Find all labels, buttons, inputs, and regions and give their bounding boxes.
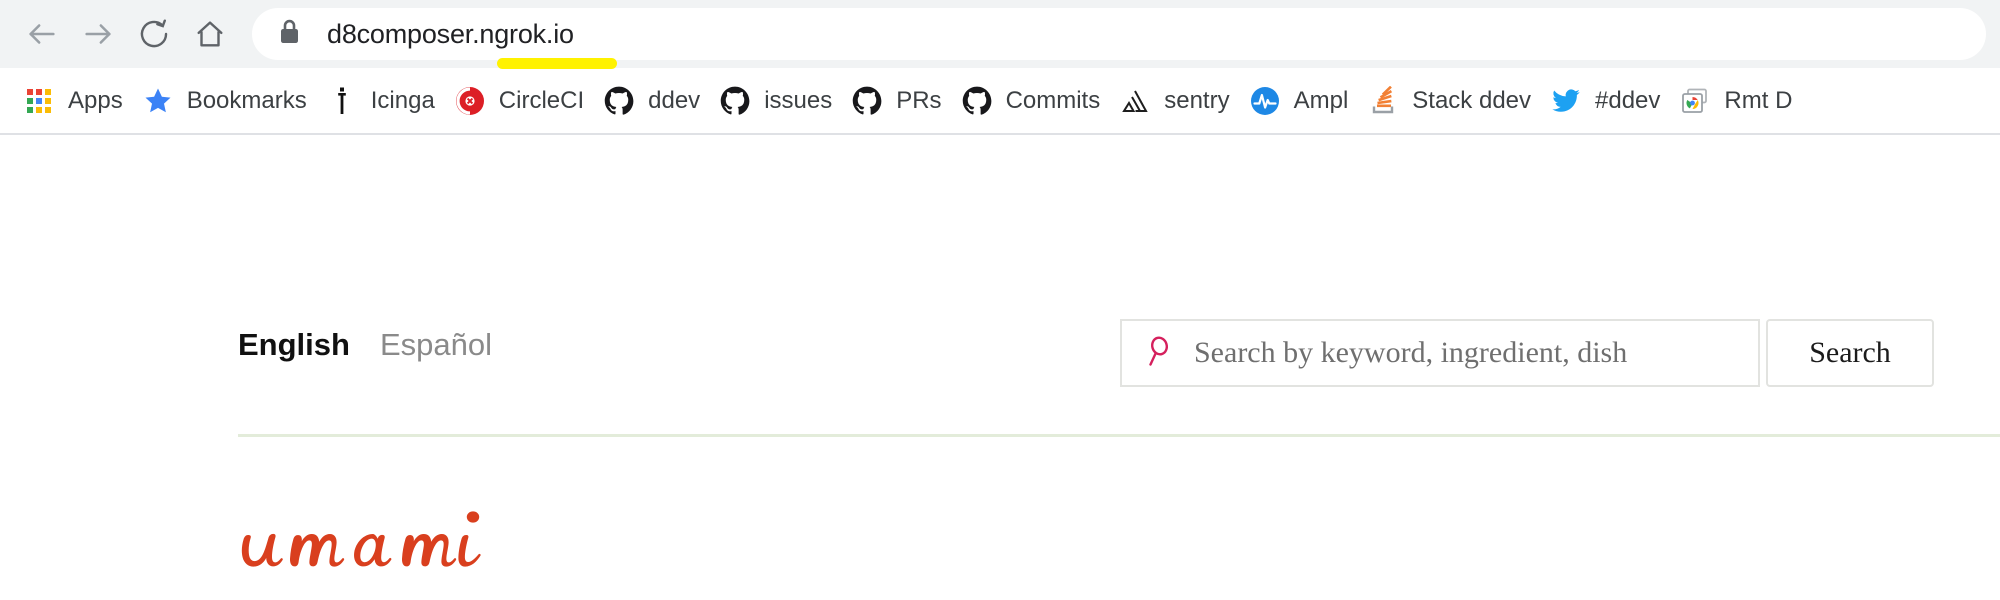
bookmark-bookmarks[interactable]: Bookmarks xyxy=(133,79,317,123)
header-divider xyxy=(238,434,2000,437)
url-text: d8composer.ngrok.io xyxy=(327,18,574,49)
umami-wordmark xyxy=(241,511,481,567)
bookmark-label: Rmt D xyxy=(1724,86,1793,114)
bookmark-commits[interactable]: Commits xyxy=(952,79,1111,123)
search-button[interactable]: Search xyxy=(1766,319,1934,387)
home-button[interactable] xyxy=(182,6,238,62)
bookmark-circleci[interactable]: CircleCI xyxy=(445,79,594,123)
bookmark-rmt-d[interactable]: Rmt D xyxy=(1670,79,1802,123)
stackoverflow-icon xyxy=(1368,85,1398,116)
circleci-icon xyxy=(455,86,485,116)
bookmarks-bar: Apps Bookmarks Icinga CircleCI ddev issu… xyxy=(0,68,2000,135)
bookmark-label: Commits xyxy=(1005,86,1101,114)
bookmark-label: sentry xyxy=(1164,86,1230,114)
browser-toolbar: d8composer.ngrok.io xyxy=(0,0,2000,69)
google-apps-grid-icon xyxy=(24,86,54,116)
star-icon xyxy=(143,86,173,116)
icinga-icon xyxy=(327,86,357,116)
bookmark-ampl[interactable]: Ampl xyxy=(1240,79,1359,123)
bookmark-prs[interactable]: PRs xyxy=(842,79,951,123)
bookmark-hashtag-ddev[interactable]: #ddev xyxy=(1541,79,1670,123)
bookmark-issues[interactable]: issues xyxy=(710,79,842,123)
site-logo[interactable]: FOOD MAGAZINE xyxy=(238,497,658,600)
bookmark-apps[interactable]: Apps xyxy=(14,79,133,123)
search-input[interactable] xyxy=(1194,325,1734,381)
bookmark-ddev[interactable]: ddev xyxy=(594,79,710,123)
bookmark-label: Icinga xyxy=(370,86,435,114)
browser-chrome: d8composer.ngrok.io Apps Bookmarks Icing… xyxy=(0,0,2000,135)
language-switcher: English Español xyxy=(238,327,492,363)
reload-button[interactable] xyxy=(126,6,182,62)
bookmark-stack-ddev[interactable]: Stack ddev xyxy=(1358,79,1541,123)
bookmark-label: Apps xyxy=(68,86,123,114)
bookmark-label: ddev xyxy=(648,86,701,114)
site-search: Search xyxy=(1120,319,1934,387)
language-link-espanol[interactable]: Español xyxy=(380,327,492,363)
chrome-remote-desktop-icon xyxy=(1680,86,1710,116)
lock-icon[interactable] xyxy=(278,18,301,50)
github-icon xyxy=(720,86,750,116)
sentry-icon xyxy=(1120,86,1150,116)
bookmark-label: Stack ddev xyxy=(1412,86,1532,114)
back-button[interactable] xyxy=(14,6,70,62)
forward-button[interactable] xyxy=(70,6,126,62)
language-link-english[interactable]: English xyxy=(238,327,350,363)
url-bar[interactable]: d8composer.ngrok.io xyxy=(252,8,1986,69)
github-icon xyxy=(962,86,992,116)
bookmark-label: issues xyxy=(764,86,833,114)
twitter-icon xyxy=(1551,86,1581,116)
bookmark-label: #ddev xyxy=(1595,86,1661,114)
bookmark-icinga[interactable]: Icinga xyxy=(317,79,445,123)
page-content: English Español Search by keyword, ingre… xyxy=(0,135,2000,598)
amplitude-icon xyxy=(1250,86,1280,116)
bookmark-label: CircleCI xyxy=(498,86,585,114)
github-icon xyxy=(852,86,882,116)
search-input-wrapper[interactable] xyxy=(1120,319,1760,387)
bookmark-label: PRs xyxy=(896,86,942,114)
github-icon xyxy=(604,86,634,116)
bookmark-label: Bookmarks xyxy=(186,86,307,114)
bookmark-sentry[interactable]: sentry xyxy=(1110,79,1239,123)
magnifier-icon xyxy=(1146,335,1176,372)
url-highlight-marker xyxy=(497,58,617,69)
bookmark-label: Ampl xyxy=(1293,86,1349,114)
